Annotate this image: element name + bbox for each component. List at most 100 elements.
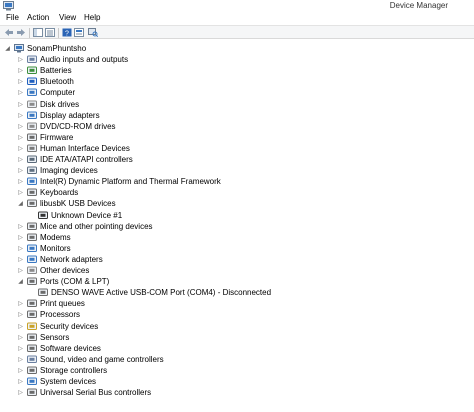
expand-arrow-icon[interactable]: ▷ [17,89,24,96]
expand-arrow-icon[interactable]: ▷ [17,189,24,196]
disk-icon [27,100,37,109]
expand-arrow-icon[interactable]: ▷ [17,345,24,352]
printer-icon [27,299,37,308]
show-hide-tree-button[interactable] [33,28,43,37]
category-label: Audio inputs and outputs [40,55,129,65]
menu-action[interactable]: Action [27,13,49,22]
tree-category[interactable]: ▷ Universal Serial Bus controllers [17,387,151,398]
tree-category[interactable]: ▷ Sensors [17,332,69,343]
category-label: Firmware [40,132,74,142]
tree-category[interactable]: ◢ Ports (COM & LPT) [17,276,109,287]
tree-category[interactable]: ▷ Print queues [17,298,85,309]
tree-category[interactable]: ▷ Imaging devices [17,165,98,176]
tree-root[interactable]: ◢ SonamPhuntsho [4,43,86,54]
properties-button[interactable] [74,28,84,37]
tree-category[interactable]: ▷ Intel(R) Dynamic Platform and Thermal F… [17,176,221,187]
expand-arrow-icon[interactable]: ▷ [17,378,24,385]
properties-icon [74,28,84,37]
forward-arrow-icon [17,29,25,36]
toolbar: ? [0,25,474,39]
category-label: Disk drives [40,99,80,109]
expand-arrow-icon[interactable]: ▷ [17,389,24,396]
computer-icon [14,44,24,53]
expand-arrow-icon[interactable]: ▷ [17,156,24,163]
expand-arrow-icon[interactable]: ▷ [17,134,24,141]
category-label: Computer [40,88,76,98]
tree-category[interactable]: ▷ Network adapters [17,254,103,265]
tree-category[interactable]: ▷ Software devices [17,343,101,354]
expand-arrow-icon[interactable]: ▷ [17,323,24,330]
monitor-icon [27,244,37,253]
expand-arrow-icon[interactable]: ▷ [17,123,24,130]
tree-category[interactable]: ▷ Batteries [17,65,72,76]
menu-file[interactable]: File [6,13,19,22]
category-label: Sound, video and game controllers [40,354,164,364]
expand-arrow-icon[interactable]: ▷ [17,300,24,307]
tree-category[interactable]: ▷ DVD/CD-ROM drives [17,121,115,132]
tree-category[interactable]: ▷ Monitors [17,243,71,254]
expand-arrow-icon[interactable]: ▷ [17,145,24,152]
category-label: Batteries [40,66,72,76]
tree-category[interactable]: ▷ Other devices [17,265,89,276]
category-label: System devices [40,377,97,386]
network-icon [27,255,37,264]
expand-arrow-icon[interactable]: ▷ [17,178,24,185]
menu-view[interactable]: View [59,13,76,22]
processor-icon [27,310,37,319]
category-label: Print queues [40,299,85,309]
device-tree: ◢ SonamPhuntsho ▷ Audio inputs and output… [0,40,474,412]
collapse-arrow-icon[interactable]: ◢ [17,200,24,207]
forward-button[interactable] [16,28,26,37]
expand-arrow-icon[interactable]: ▷ [17,112,24,119]
expand-arrow-icon[interactable]: ▷ [17,101,24,108]
collapse-arrow-icon[interactable]: ◢ [4,45,11,52]
tree-category[interactable]: ▷ Firmware [17,132,73,143]
mouse-icon [27,222,37,231]
tree-device[interactable]: DENSO WAVE Active USB-COM Port (COM4) - … [38,287,271,298]
expand-arrow-icon[interactable]: ▷ [17,56,24,63]
tree-category[interactable]: ▷ System devices [17,376,96,387]
tree-category[interactable]: ▷ Storage controllers [17,365,107,376]
tree-category[interactable]: ▷ Keyboards [17,187,78,198]
svg-text:?: ? [65,30,69,37]
tree-category[interactable]: ▷ Disk drives [17,99,79,110]
collapse-arrow-icon[interactable]: ◢ [17,278,24,285]
tree-category[interactable]: ◢ libusbK USB Devices [17,198,115,209]
tree-category[interactable]: ▷ Audio inputs and outputs [17,54,128,65]
tree-category[interactable]: ▷ Sound, video and game controllers [17,354,164,365]
tree-category[interactable]: ▷ Display adapters [17,110,99,121]
expand-arrow-icon[interactable]: ▷ [17,267,24,274]
scan-hardware-button[interactable] [88,28,99,38]
keyboard-icon [27,188,37,197]
help-button[interactable]: ? [62,28,72,37]
root-label: SonamPhuntsho [27,44,87,53]
expand-arrow-icon[interactable]: ▷ [17,256,24,263]
dvd-icon [27,122,37,131]
expand-arrow-icon[interactable]: ▷ [17,367,24,374]
expand-arrow-icon[interactable]: ▷ [17,78,24,85]
tree-category[interactable]: ▷ Human Interface Devices [17,143,130,154]
window-title: Device Manager [389,1,448,10]
tree-category[interactable]: ▷ Processors [17,309,80,320]
expand-arrow-icon[interactable]: ▷ [17,311,24,318]
menu-help[interactable]: Help [84,13,100,22]
help-icon: ? [62,28,72,37]
expand-arrow-icon[interactable]: ▷ [17,245,24,252]
tree-category[interactable]: ▷ Computer [17,87,75,98]
sensor-icon [27,333,37,342]
tree-category[interactable]: ▷ Bluetooth [17,76,74,87]
tree-category[interactable]: ▷ Mice and other pointing devices [17,221,152,232]
expand-arrow-icon[interactable]: ▷ [17,334,24,341]
expand-arrow-icon[interactable]: ▷ [17,67,24,74]
tree-device[interactable]: Unknown Device #1 [38,210,122,221]
tree-category[interactable]: ▷ Modems [17,232,71,243]
expand-arrow-icon[interactable]: ▷ [17,234,24,241]
controller-icon [27,155,37,164]
tree-category[interactable]: ▷ IDE ATA/ATAPI controllers [17,154,133,165]
tree-view-button[interactable] [45,28,55,37]
expand-arrow-icon[interactable]: ▷ [17,223,24,230]
back-button[interactable] [4,28,14,37]
expand-arrow-icon[interactable]: ▷ [17,356,24,363]
expand-arrow-icon[interactable]: ▷ [17,167,24,174]
tree-category[interactable]: ▷ Security devices [17,321,98,332]
